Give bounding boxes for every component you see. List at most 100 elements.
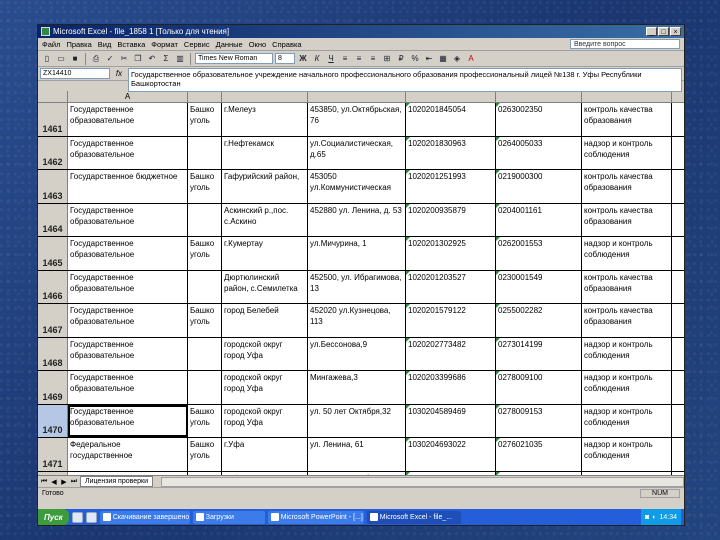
- table-cell[interactable]: городской округ город Уфа: [222, 337, 308, 370]
- row-header[interactable]: 1466: [38, 270, 68, 303]
- table-cell[interactable]: 452880 ул. Ленина, д. 53: [308, 203, 406, 236]
- last-sheet-icon[interactable]: ⏭: [70, 478, 78, 486]
- table-cell[interactable]: городской округ город Уфа: [222, 371, 308, 404]
- minimize-button[interactable]: _: [646, 27, 657, 36]
- menu-insert[interactable]: Вставка: [117, 40, 145, 49]
- table-cell[interactable]: Мингажева,3: [308, 371, 406, 404]
- font-name-select[interactable]: Times New Roman: [195, 53, 273, 64]
- row-header[interactable]: 1469: [38, 371, 68, 404]
- table-cell[interactable]: [188, 203, 222, 236]
- table-cell[interactable]: Государственное образовательное: [68, 237, 188, 270]
- menu-view[interactable]: Вид: [98, 40, 112, 49]
- table-cell[interactable]: 0219000300: [496, 170, 582, 203]
- column-header[interactable]: [496, 91, 582, 102]
- decrease-indent-icon[interactable]: ⇤: [423, 53, 435, 65]
- table-cell[interactable]: контроль качества образования: [582, 103, 672, 136]
- table-cell[interactable]: 452020 ул.Кузнецова, 113: [308, 304, 406, 337]
- row-header[interactable]: 1471: [38, 438, 68, 471]
- table-cell[interactable]: г.Уфа: [222, 471, 308, 475]
- chart-icon[interactable]: ▥: [174, 53, 186, 65]
- table-cell[interactable]: Проспект Октября,: [308, 471, 406, 475]
- formula-input[interactable]: Государственное образовательное учрежден…: [128, 68, 682, 92]
- table-cell[interactable]: 0264005033: [496, 136, 582, 169]
- table-cell[interactable]: Гафурийский район,: [222, 170, 308, 203]
- table-cell[interactable]: ул.Мичурина, 1: [308, 237, 406, 270]
- volume-icon[interactable]: ◐: [652, 514, 656, 521]
- row-header[interactable]: 1462: [38, 136, 68, 169]
- close-button[interactable]: ×: [670, 27, 681, 36]
- table-cell[interactable]: 1020201845054: [406, 103, 496, 136]
- open-icon[interactable]: ▭: [55, 53, 67, 65]
- table-cell[interactable]: 0278009100: [496, 371, 582, 404]
- table-cell[interactable]: надзор и контроль соблюдения: [582, 404, 672, 437]
- align-center-icon[interactable]: ≡: [353, 53, 365, 65]
- table-cell[interactable]: Башко уголь: [188, 304, 222, 337]
- table-cell[interactable]: 453050 ул.Коммунистическая: [308, 170, 406, 203]
- table-cell[interactable]: [188, 136, 222, 169]
- table-cell[interactable]: 0263002350: [496, 103, 582, 136]
- table-cell[interactable]: [188, 371, 222, 404]
- table-cell[interactable]: Государственное образовательное: [68, 136, 188, 169]
- function-icon[interactable]: fx: [113, 69, 125, 78]
- column-header[interactable]: [308, 91, 406, 102]
- underline-icon[interactable]: Ч: [325, 53, 337, 65]
- table-cell[interactable]: надзор и контроль соблюдения: [582, 438, 672, 471]
- menu-data[interactable]: Данные: [216, 40, 243, 49]
- save-icon[interactable]: ■: [69, 53, 81, 65]
- table-cell[interactable]: Башко уголь: [188, 103, 222, 136]
- align-left-icon[interactable]: ≡: [339, 53, 351, 65]
- table-cell[interactable]: ул.Бессонова,9: [308, 337, 406, 370]
- language-indicator-icon[interactable]: ◙: [645, 514, 649, 521]
- table-cell[interactable]: 1020201830963: [406, 136, 496, 169]
- menu-tools[interactable]: Сервис: [184, 40, 210, 49]
- menu-help[interactable]: Справка: [272, 40, 301, 49]
- start-button[interactable]: Пуск: [38, 509, 69, 525]
- table-cell[interactable]: Башко уголь: [188, 438, 222, 471]
- column-header[interactable]: [406, 91, 496, 102]
- menu-file[interactable]: Файл: [42, 40, 60, 49]
- row-header[interactable]: 1468: [38, 337, 68, 370]
- table-cell[interactable]: [188, 337, 222, 370]
- bold-icon[interactable]: Ж: [297, 53, 309, 65]
- merge-cells-icon[interactable]: ⊞: [381, 53, 393, 65]
- table-cell[interactable]: Аскинский р.,пос. с.Аскино: [222, 203, 308, 236]
- spellcheck-icon[interactable]: ✓: [104, 53, 116, 65]
- table-cell[interactable]: Государственное образовательное: [68, 371, 188, 404]
- maximize-button[interactable]: □: [658, 27, 669, 36]
- copy-icon[interactable]: ❐: [132, 53, 144, 65]
- table-cell[interactable]: 1020202863769: [406, 471, 496, 475]
- first-sheet-icon[interactable]: ⏮: [40, 478, 48, 486]
- row-header[interactable]: 1464: [38, 203, 68, 236]
- table-cell[interactable]: Государственное бюджетное: [68, 170, 188, 203]
- column-header[interactable]: A: [68, 91, 188, 102]
- row-header[interactable]: 1465: [38, 237, 68, 270]
- task-downloads[interactable]: Загрузки: [192, 510, 265, 524]
- row-header[interactable]: 1472: [38, 471, 68, 475]
- browser-quicklaunch-icon[interactable]: [71, 511, 83, 523]
- table-cell[interactable]: надзор и контроль соблюдения: [582, 337, 672, 370]
- table-cell[interactable]: 1020203399686: [406, 371, 496, 404]
- help-question-input[interactable]: Введите вопрос: [570, 39, 680, 49]
- table-cell[interactable]: г.Мелеуз: [222, 103, 308, 136]
- table-cell[interactable]: Башко уголь: [188, 404, 222, 437]
- next-sheet-icon[interactable]: ▶: [60, 478, 68, 486]
- table-cell[interactable]: Государственное образовательное: [68, 270, 188, 303]
- table-cell[interactable]: Федеральное: [68, 471, 188, 475]
- sheet-tab[interactable]: Лицензия проверки: [80, 476, 154, 487]
- table-cell[interactable]: г.Нефтекамск: [222, 136, 308, 169]
- table-cell[interactable]: Государственное образовательное: [68, 304, 188, 337]
- table-cell[interactable]: город Белебей: [222, 304, 308, 337]
- table-cell[interactable]: Федеральное государственное: [68, 438, 188, 471]
- table-cell[interactable]: 0255002282: [496, 304, 582, 337]
- menu-edit[interactable]: Правка: [66, 40, 91, 49]
- fill-color-icon[interactable]: ◈: [451, 53, 463, 65]
- table-cell[interactable]: ул.Социалистическая, д.65: [308, 136, 406, 169]
- active-cell[interactable]: Государственное образовательное: [68, 404, 188, 437]
- horizontal-scrollbar[interactable]: [161, 476, 684, 487]
- row-header[interactable]: 1470: [38, 404, 68, 437]
- table-cell[interactable]: 1020201579122: [406, 304, 496, 337]
- table-cell[interactable]: ул. Ленина, 61: [308, 438, 406, 471]
- font-color-icon[interactable]: A: [465, 53, 477, 65]
- table-cell[interactable]: надзор и контроль: [582, 471, 672, 475]
- table-cell[interactable]: Дюртюлинский район, с.Семилетка: [222, 270, 308, 303]
